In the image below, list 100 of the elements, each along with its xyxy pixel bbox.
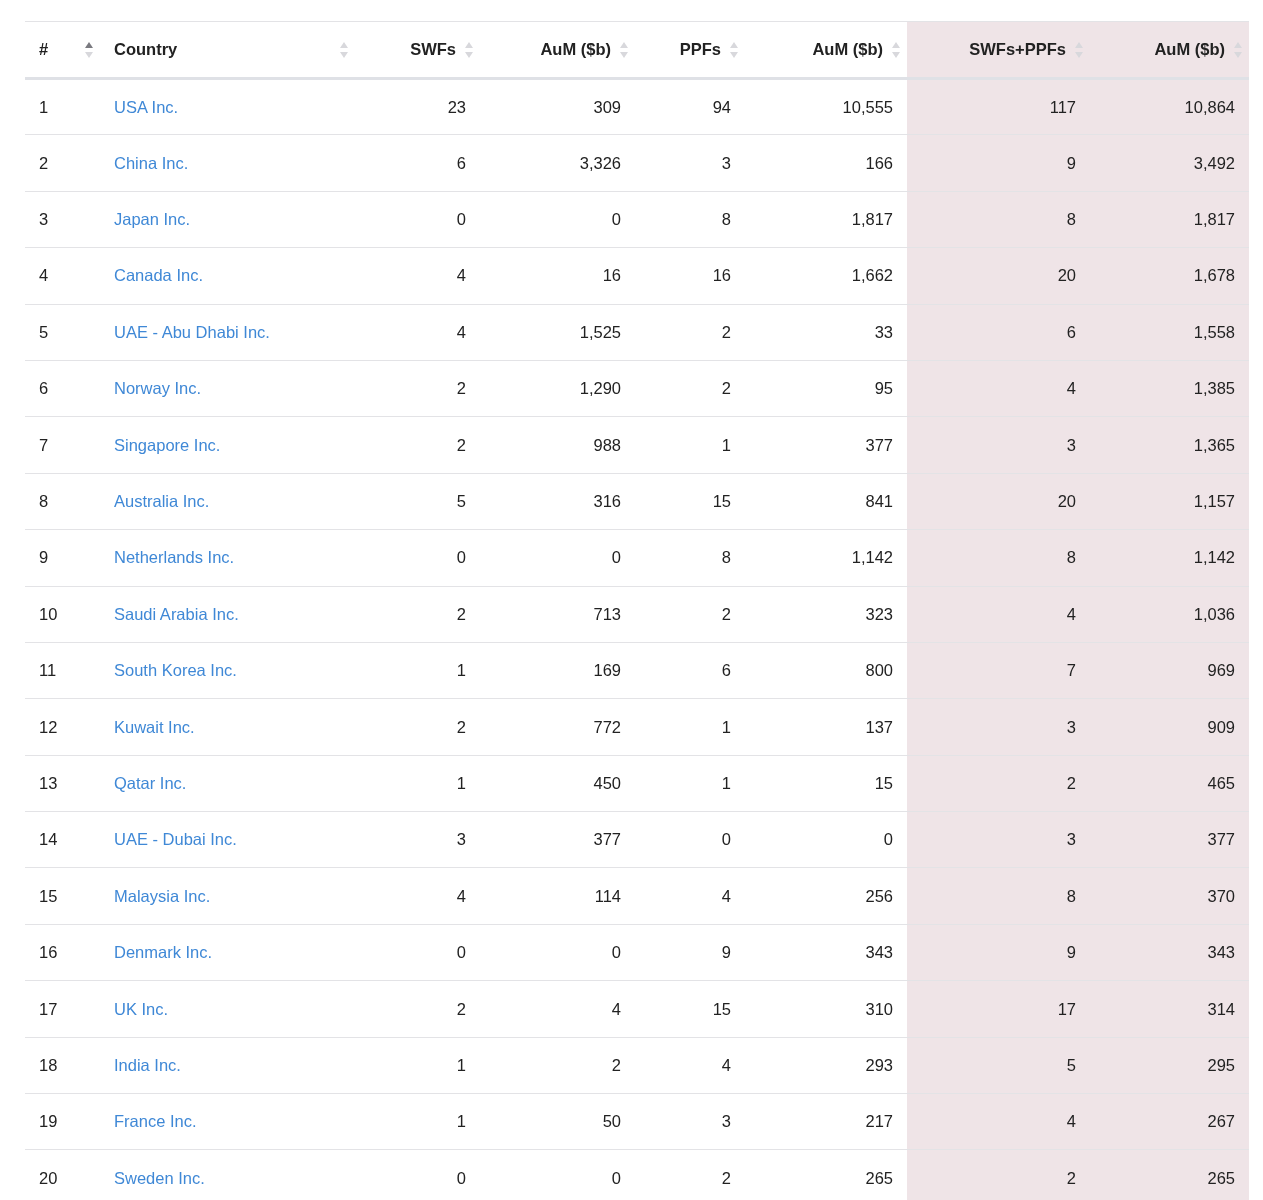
country-link[interactable]: Australia Inc. <box>114 492 210 511</box>
number-cell: 4 <box>355 867 480 925</box>
country-link[interactable]: UAE - Abu Dhabi Inc. <box>114 322 270 341</box>
number-cell: 2 <box>355 980 480 1038</box>
number-cell: 6 <box>635 642 745 699</box>
country-link[interactable]: Netherlands Inc. <box>114 548 235 567</box>
number-cell: 4 <box>907 586 1090 643</box>
country-link[interactable]: Malaysia Inc. <box>114 886 211 905</box>
number-cell: 1,385 <box>1090 360 1249 417</box>
sort-icon[interactable] <box>84 40 94 59</box>
number-cell: 2 <box>355 360 480 417</box>
number-cell: 5 <box>355 473 480 530</box>
number-cell: 9 <box>635 924 745 981</box>
column-header: SWFs <box>410 39 456 61</box>
country-link[interactable]: Japan Inc. <box>114 210 191 229</box>
number-cell: 450 <box>480 755 635 812</box>
number-cell: 1 <box>635 755 745 812</box>
number-cell: 988 <box>480 416 635 474</box>
country-link[interactable]: Qatar Inc. <box>114 774 187 792</box>
country-link[interactable]: UK Inc. <box>114 999 169 1018</box>
number-cell: 1,678 <box>1090 247 1249 305</box>
number-cell: 265 <box>1090 1149 1249 1200</box>
country-link[interactable]: Denmark Inc. <box>114 943 213 962</box>
rank-cell: 3 <box>25 191 100 248</box>
rank-cell: 20 <box>25 1149 100 1200</box>
number-cell: 0 <box>355 1149 480 1200</box>
number-cell: 377 <box>1090 811 1249 868</box>
number-cell: 295 <box>1090 1037 1249 1094</box>
number-cell: 4 <box>635 1037 745 1094</box>
number-cell: 2 <box>635 1149 745 1200</box>
country-link[interactable]: Saudi Arabia Inc. <box>114 604 239 623</box>
country-link[interactable]: India Inc. <box>114 1055 181 1074</box>
number-cell: 0 <box>480 191 635 248</box>
number-cell: 17 <box>907 980 1090 1038</box>
number-cell: 6 <box>907 304 1090 361</box>
number-cell: 2 <box>355 416 480 474</box>
number-cell: 0 <box>480 529 635 586</box>
number-cell: 15 <box>635 473 745 530</box>
column-header: SWFs+PPFs <box>969 39 1066 61</box>
rank-cell: 1 <box>25 78 100 135</box>
country-link[interactable]: USA Inc. <box>114 97 179 116</box>
rank-cell: 19 <box>25 1093 100 1150</box>
rank-cell: 11 <box>25 642 100 699</box>
rank-cell: 6 <box>25 360 100 417</box>
country-link[interactable]: South Korea Inc. <box>114 661 237 680</box>
number-cell: 343 <box>1090 924 1249 981</box>
country-link[interactable]: Norway Inc. <box>114 379 202 398</box>
rank-cell: 14 <box>25 811 100 868</box>
country-link[interactable]: France Inc. <box>114 1112 197 1131</box>
rank-cell: 18 <box>25 1037 100 1094</box>
number-cell: 0 <box>355 191 480 248</box>
rank-cell: 8 <box>25 473 100 530</box>
rank-cell: 15 <box>25 867 100 925</box>
number-cell: 2 <box>907 755 1090 812</box>
column-header: AuM ($b) <box>540 39 611 61</box>
number-cell: 8 <box>907 529 1090 586</box>
number-cell: 772 <box>480 698 635 756</box>
number-cell: 3 <box>907 811 1090 868</box>
rank-cell: 13 <box>25 755 100 812</box>
number-cell: 9 <box>907 924 1090 981</box>
number-cell: 2 <box>355 586 480 643</box>
number-cell: 8 <box>907 191 1090 248</box>
number-cell: 1,157 <box>1090 473 1249 530</box>
number-cell: 0 <box>480 1149 635 1200</box>
number-cell: 713 <box>480 586 635 643</box>
country-link[interactable]: China Inc. <box>114 153 189 172</box>
rank-cell: 17 <box>25 980 100 1038</box>
country-link[interactable]: Canada Inc. <box>114 266 203 285</box>
country-link[interactable]: Singapore Inc. <box>114 435 221 454</box>
number-cell: 50 <box>480 1093 635 1150</box>
number-cell: 377 <box>480 811 635 868</box>
number-cell: 94 <box>635 78 745 135</box>
number-cell: 3 <box>355 811 480 868</box>
number-cell: 3,492 <box>1090 134 1249 192</box>
number-cell: 1,525 <box>480 304 635 361</box>
number-cell: 3 <box>907 416 1090 474</box>
country-link[interactable]: Kuwait Inc. <box>114 717 195 736</box>
number-cell: 316 <box>480 473 635 530</box>
number-cell: 909 <box>1090 698 1249 756</box>
number-cell: 969 <box>1090 642 1249 699</box>
number-cell: 8 <box>907 867 1090 925</box>
country-link[interactable]: UAE - Dubai Inc. <box>114 830 237 849</box>
number-cell: 16 <box>635 247 745 305</box>
number-cell: 267 <box>1090 1093 1249 1150</box>
rank-cell: 2 <box>25 134 100 192</box>
number-cell: 3 <box>907 698 1090 756</box>
country-link[interactable]: Sweden Inc. <box>114 1168 205 1187</box>
number-cell: 20 <box>907 473 1090 530</box>
number-cell: 3,326 <box>480 134 635 192</box>
number-cell: 4 <box>480 980 635 1038</box>
number-cell: 1 <box>355 755 480 812</box>
number-cell: 23 <box>355 78 480 135</box>
column-header: Country <box>114 39 178 61</box>
number-cell: 7 <box>907 642 1090 699</box>
number-cell: 1 <box>355 642 480 699</box>
number-cell: 1 <box>355 1037 480 1094</box>
number-cell: 0 <box>355 924 480 981</box>
number-cell: 1,142 <box>1090 529 1249 586</box>
number-cell: 309 <box>480 78 635 135</box>
number-cell: 1 <box>635 698 745 756</box>
